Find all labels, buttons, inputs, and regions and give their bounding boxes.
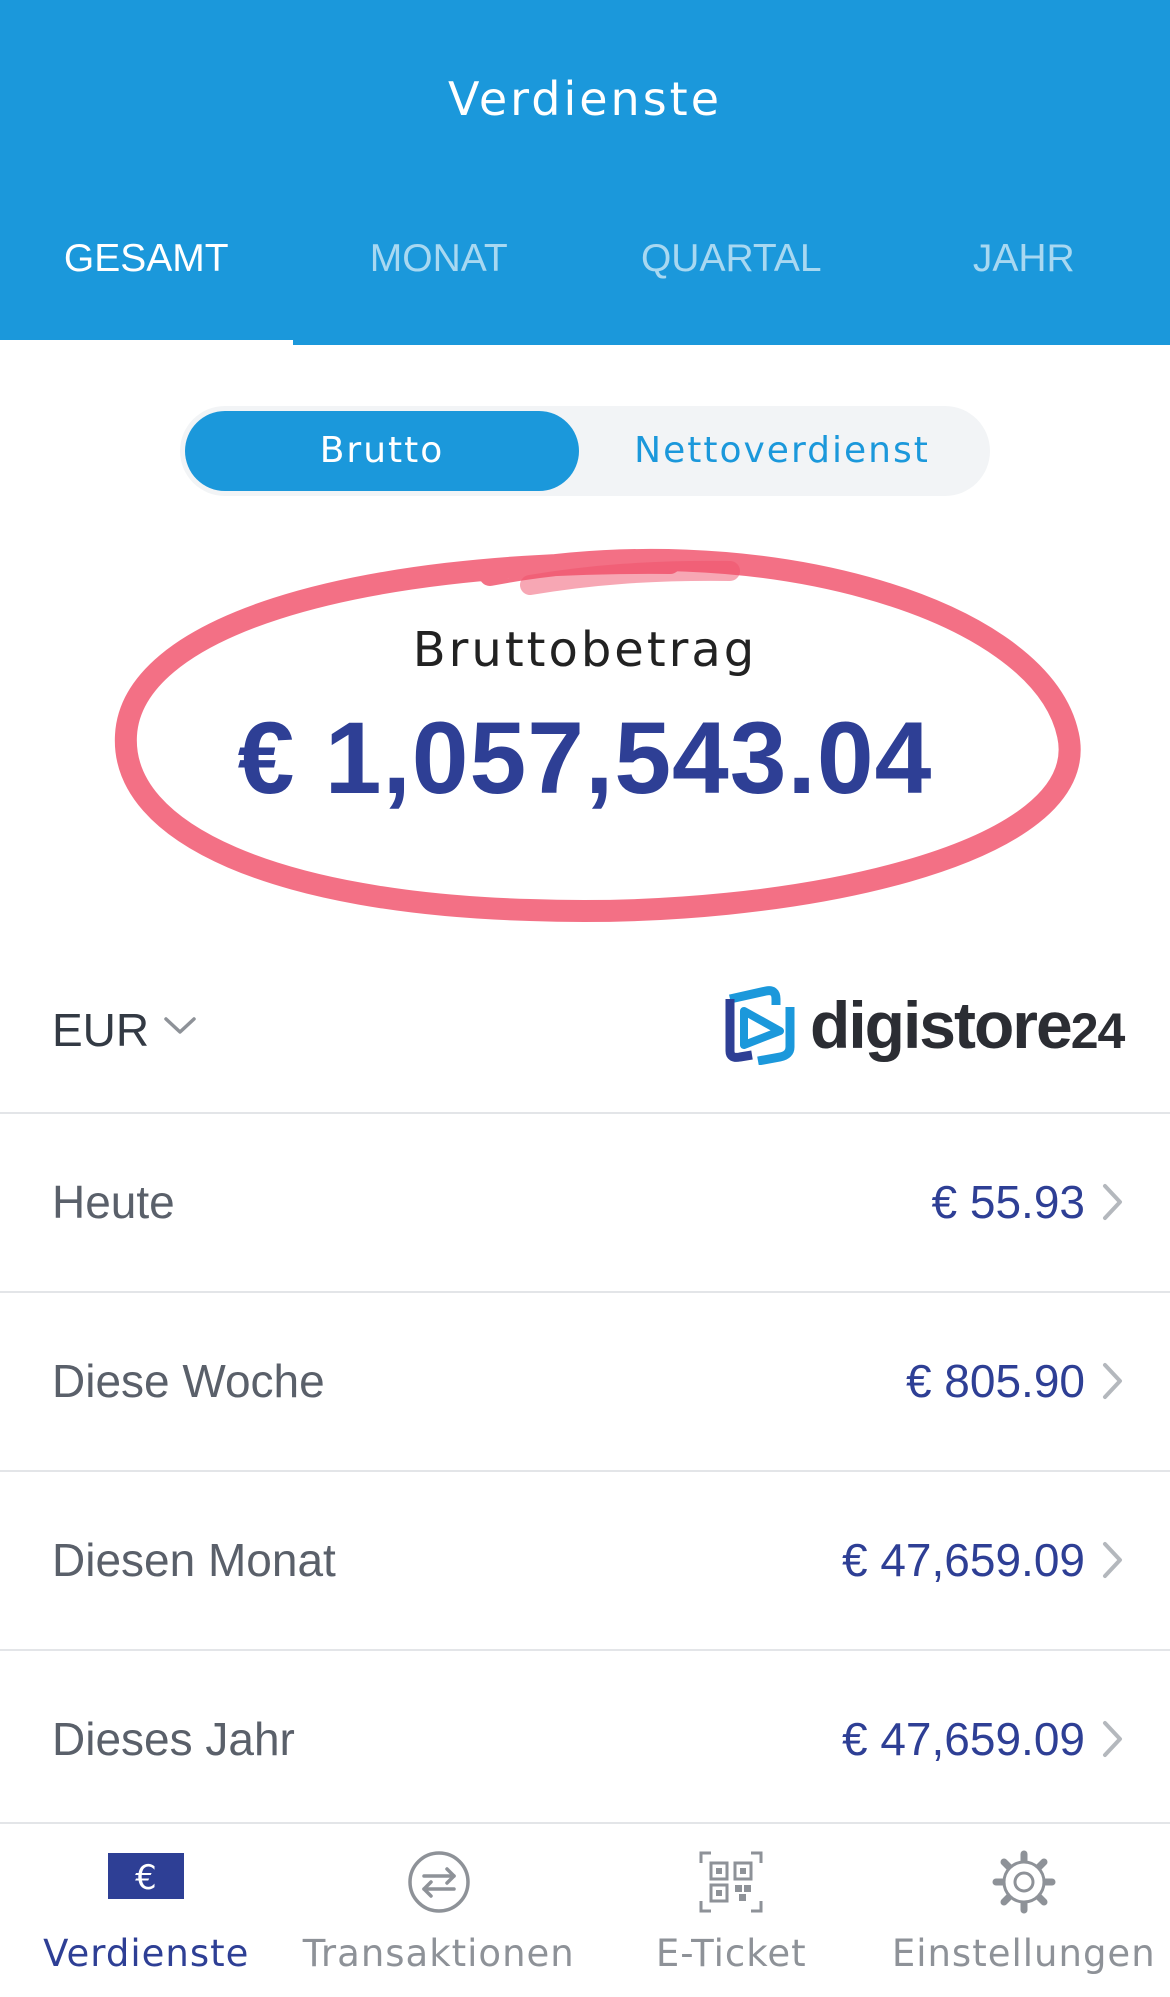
header-bar: Verdienste GESAMT MONAT QUARTAL JAHR (0, 0, 1170, 345)
tab-quartal[interactable]: QUARTAL (585, 225, 878, 345)
gear-icon (992, 1850, 1056, 1914)
qr-code-icon (699, 1851, 763, 1913)
tab-jahr[interactable]: JAHR (878, 225, 1170, 345)
chevron-right-icon (1103, 1363, 1122, 1399)
tabbar-label: Einstellungen (891, 1932, 1156, 1975)
period-tabs: GESAMT MONAT QUARTAL JAHR (0, 225, 1170, 345)
tabbar-einstellungen[interactable]: Einstellungen (878, 1824, 1170, 1997)
earnings-row-month[interactable]: Diesen Monat € 47,659.09 (0, 1471, 1170, 1649)
earnings-row-week[interactable]: Diese Woche € 805.90 (0, 1292, 1170, 1470)
gross-net-toggle: Brutto Nettoverdienst (180, 406, 990, 496)
euro-icon: € (108, 1853, 185, 1899)
tabbar-verdienste[interactable]: € Verdienste (0, 1824, 293, 1997)
row-label: Dieses Jahr (52, 1713, 295, 1765)
earnings-row-today[interactable]: Heute € 55.93 (0, 1113, 1170, 1291)
row-value: € 55.93 (931, 1176, 1085, 1228)
row-label: Heute (52, 1176, 175, 1228)
page-title: Verdienste (447, 72, 723, 126)
chevron-right-icon (1103, 1184, 1122, 1220)
chevron-right-icon (1103, 1721, 1122, 1757)
tabbar-label: Transaktionen (302, 1932, 575, 1975)
logo-wordmark: digistore (810, 988, 1073, 1062)
tabbar-transaktionen[interactable]: Transaktionen (293, 1824, 586, 1997)
row-label: Diesen Monat (52, 1534, 336, 1586)
bottom-tab-bar: € Verdienste Transaktionen E-Ticket Eins… (0, 1822, 1170, 1997)
chevron-right-icon (1103, 1542, 1122, 1578)
svg-text:€: € (135, 1858, 157, 1898)
earnings-row-year[interactable]: Dieses Jahr € 47,659.09 (0, 1650, 1170, 1828)
tabbar-label: E-Ticket (655, 1932, 807, 1975)
logo-mark-icon (725, 986, 795, 1065)
gross-amount-value: € 1,057,543.04 (237, 701, 933, 815)
row-value: € 47,659.09 (841, 1713, 1085, 1765)
tab-gesamt[interactable]: GESAMT (0, 225, 293, 345)
row-label: Diese Woche (52, 1355, 325, 1407)
gross-segment-button[interactable]: Brutto (185, 411, 579, 491)
row-value: € 47,659.09 (841, 1534, 1085, 1586)
net-segment-button[interactable]: Nettoverdienst (579, 411, 985, 491)
digistore24-logo: digistore24 (722, 985, 1126, 1065)
row-value: € 805.90 (905, 1355, 1085, 1407)
currency-label: EUR (52, 1004, 150, 1056)
transfer-icon (408, 1851, 470, 1913)
logo-wordmark-suffix: 24 (1070, 1003, 1126, 1059)
chevron-down-icon (164, 1017, 196, 1034)
tab-monat[interactable]: MONAT (293, 225, 586, 345)
tabbar-label: Verdienste (43, 1932, 250, 1975)
gross-amount-label: Bruttobetrag (412, 622, 758, 678)
tabbar-e-ticket[interactable]: E-Ticket (585, 1824, 878, 1997)
currency-selector[interactable]: EUR (52, 1003, 197, 1057)
